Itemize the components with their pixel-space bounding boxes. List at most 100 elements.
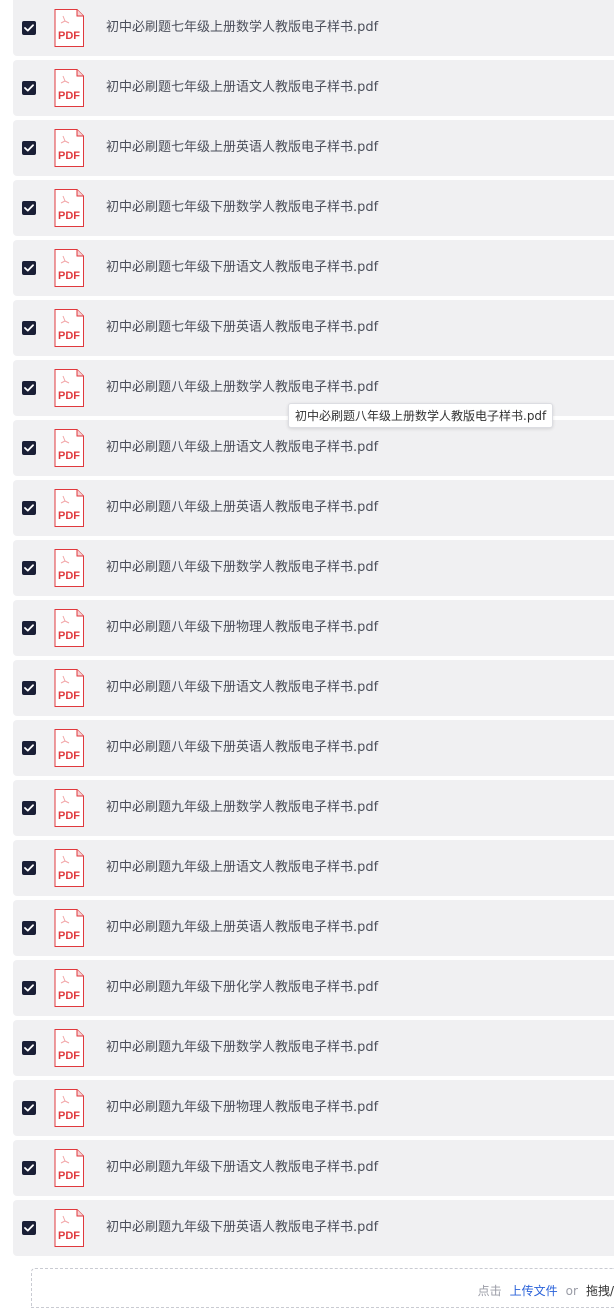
file-name: 初中必刷题九年级下册英语人教版电子样书.pdf — [106, 1220, 379, 1235]
svg-text:PDF: PDF — [58, 1050, 80, 1062]
file-row[interactable]: PDF 初中必刷题九年级下册物理人教版电子样书.pdf — [13, 1080, 614, 1136]
file-row[interactable]: PDF 初中必刷题九年级下册数学人教版电子样书.pdf — [13, 1020, 614, 1076]
checkmark-icon — [24, 504, 34, 512]
svg-text:PDF: PDF — [58, 570, 80, 582]
file-row[interactable]: PDF 初中必刷题九年级下册化学人教版电子样书.pdf — [13, 960, 614, 1016]
file-row[interactable]: PDF 初中必刷题七年级上册语文人教版电子样书.pdf — [13, 60, 614, 116]
file-row[interactable]: PDF 初中必刷题九年级下册英语人教版电子样书.pdf — [13, 1200, 614, 1256]
filename-tooltip: 初中必刷题八年级上册数学人教版电子样书.pdf — [288, 403, 554, 428]
file-checkbox[interactable] — [22, 81, 36, 95]
svg-text:PDF: PDF — [58, 750, 80, 762]
file-checkbox[interactable] — [22, 1221, 36, 1235]
checkmark-icon — [24, 684, 34, 692]
file-name: 初中必刷题八年级下册英语人教版电子样书.pdf — [106, 740, 379, 755]
file-checkbox[interactable] — [22, 741, 36, 755]
file-row[interactable]: PDF 初中必刷题八年级下册英语人教版电子样书.pdf — [13, 720, 614, 776]
svg-text:PDF: PDF — [58, 930, 80, 942]
pdf-file-icon: PDF — [53, 8, 85, 48]
checkmark-icon — [24, 384, 34, 392]
svg-text:PDF: PDF — [58, 630, 80, 642]
file-name: 初中必刷题九年级下册语文人教版电子样书.pdf — [106, 1160, 379, 1175]
upload-or: or — [565, 1284, 578, 1298]
checkmark-icon — [24, 204, 34, 212]
checkmark-icon — [24, 564, 34, 572]
checkmark-icon — [24, 1164, 34, 1172]
file-checkbox[interactable] — [22, 1101, 36, 1115]
file-row[interactable]: PDF 初中必刷题八年级下册数学人教版电子样书.pdf — [13, 540, 614, 596]
checkmark-icon — [24, 264, 34, 272]
file-checkbox[interactable] — [22, 1161, 36, 1175]
file-checkbox[interactable] — [22, 561, 36, 575]
upload-dropzone[interactable]: 点击 上传文件 or 拖拽/ — [31, 1268, 614, 1308]
file-checkbox[interactable] — [22, 21, 36, 35]
file-checkbox[interactable] — [22, 801, 36, 815]
file-checkbox[interactable] — [22, 141, 36, 155]
upload-hint: 点击 上传文件 or 拖拽/ — [478, 1282, 614, 1299]
checkmark-icon — [24, 984, 34, 992]
pdf-file-icon: PDF — [53, 608, 85, 648]
svg-text:PDF: PDF — [58, 690, 80, 702]
svg-text:PDF: PDF — [58, 1110, 80, 1122]
file-name: 初中必刷题七年级下册数学人教版电子样书.pdf — [106, 200, 379, 215]
file-checkbox[interactable] — [22, 201, 36, 215]
file-checkbox[interactable] — [22, 261, 36, 275]
file-name: 初中必刷题七年级上册英语人教版电子样书.pdf — [106, 140, 379, 155]
svg-text:PDF: PDF — [58, 270, 80, 282]
file-checkbox[interactable] — [22, 1041, 36, 1055]
file-row[interactable]: PDF 初中必刷题八年级上册英语人教版电子样书.pdf — [13, 480, 614, 536]
pdf-file-icon: PDF — [53, 788, 85, 828]
file-checkbox[interactable] — [22, 621, 36, 635]
upload-drag-text: 拖拽/ — [585, 1284, 614, 1298]
checkmark-icon — [24, 864, 34, 872]
file-checkbox[interactable] — [22, 441, 36, 455]
file-name: 初中必刷题九年级下册数学人教版电子样书.pdf — [106, 1040, 379, 1055]
checkmark-icon — [24, 1104, 34, 1112]
svg-text:PDF: PDF — [58, 810, 80, 822]
file-checkbox[interactable] — [22, 861, 36, 875]
svg-text:PDF: PDF — [58, 450, 80, 462]
file-row[interactable]: PDF 初中必刷题九年级下册语文人教版电子样书.pdf — [13, 1140, 614, 1196]
file-row[interactable]: PDF 初中必刷题九年级上册英语人教版电子样书.pdf — [13, 900, 614, 956]
pdf-file-icon: PDF — [53, 908, 85, 948]
file-name: 初中必刷题八年级下册物理人教版电子样书.pdf — [106, 620, 379, 635]
pdf-file-icon: PDF — [53, 128, 85, 168]
pdf-file-icon: PDF — [53, 728, 85, 768]
file-row[interactable]: PDF 初中必刷题七年级上册英语人教版电子样书.pdf — [13, 120, 614, 176]
file-checkbox[interactable] — [22, 321, 36, 335]
svg-text:PDF: PDF — [58, 90, 80, 102]
pdf-file-icon: PDF — [53, 488, 85, 528]
file-row[interactable]: PDF 初中必刷题八年级下册语文人教版电子样书.pdf — [13, 660, 614, 716]
svg-text:PDF: PDF — [58, 1170, 80, 1182]
file-checkbox[interactable] — [22, 381, 36, 395]
file-row[interactable]: PDF 初中必刷题七年级下册语文人教版电子样书.pdf — [13, 240, 614, 296]
file-checkbox[interactable] — [22, 921, 36, 935]
checkmark-icon — [24, 24, 34, 32]
pdf-file-icon: PDF — [53, 1208, 85, 1248]
pdf-file-icon: PDF — [53, 68, 85, 108]
checkmark-icon — [24, 444, 34, 452]
file-row[interactable]: PDF 初中必刷题九年级上册语文人教版电子样书.pdf — [13, 840, 614, 896]
file-row[interactable]: PDF 初中必刷题七年级下册数学人教版电子样书.pdf — [13, 180, 614, 236]
file-name: 初中必刷题七年级上册语文人教版电子样书.pdf — [106, 80, 379, 95]
file-row[interactable]: PDF 初中必刷题七年级下册英语人教版电子样书.pdf — [13, 300, 614, 356]
checkmark-icon — [24, 84, 34, 92]
pdf-file-icon: PDF — [53, 668, 85, 708]
pdf-file-icon: PDF — [53, 248, 85, 288]
file-checkbox[interactable] — [22, 981, 36, 995]
checkmark-icon — [24, 924, 34, 932]
file-row[interactable]: PDF 初中必刷题九年级上册数学人教版电子样书.pdf — [13, 780, 614, 836]
file-checkbox[interactable] — [22, 681, 36, 695]
file-checkbox[interactable] — [22, 501, 36, 515]
file-row[interactable]: PDF 初中必刷题八年级下册物理人教版电子样书.pdf — [13, 600, 614, 656]
pdf-file-icon: PDF — [53, 188, 85, 228]
pdf-file-icon: PDF — [53, 428, 85, 468]
checkmark-icon — [24, 804, 34, 812]
checkmark-icon — [24, 144, 34, 152]
file-row[interactable]: PDF 初中必刷题七年级上册数学人教版电子样书.pdf — [13, 0, 614, 56]
file-name: 初中必刷题八年级上册英语人教版电子样书.pdf — [106, 500, 379, 515]
upload-prefix: 点击 — [477, 1284, 502, 1298]
upload-file-link[interactable]: 上传文件 — [510, 1284, 558, 1298]
pdf-file-icon: PDF — [53, 968, 85, 1008]
pdf-file-icon: PDF — [53, 1088, 85, 1128]
svg-text:PDF: PDF — [58, 150, 80, 162]
